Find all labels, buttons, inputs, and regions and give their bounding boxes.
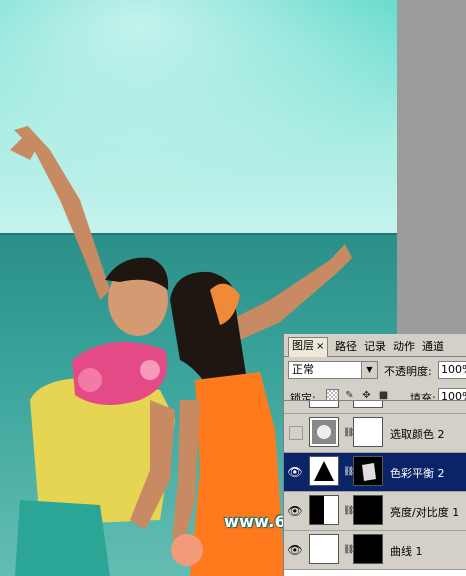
mask-thumbnail — [353, 534, 383, 564]
curves-icon — [309, 534, 339, 564]
visibility-toggle[interactable] — [289, 400, 303, 401]
layers-list: ⛓ ⛓ 选取颜色 2 👁 ⛓ 色彩平衡 2 👁 — [284, 400, 466, 576]
eye-icon[interactable]: 👁 — [287, 464, 303, 480]
color-balance-icon — [309, 456, 339, 486]
blend-mode-select[interactable]: 正常 ▼ — [288, 361, 378, 379]
layers-panel: 图层× 路径 记录 动作 通道 正常 ▼ 不透明度: 100% 锁定: ✎ ✥ … — [283, 334, 466, 576]
tab-layers[interactable]: 图层 × — [288, 337, 329, 357]
adjustment-thumbnail — [309, 401, 339, 408]
canvas-gray-background — [397, 0, 466, 334]
opacity-label: 不透明度: — [384, 365, 432, 378]
mask-thumbnail — [353, 401, 383, 408]
link-icon: ⛓ — [343, 506, 355, 516]
layer-name: 亮度/对比度 1 — [390, 506, 460, 519]
tab-paths[interactable]: 路径 — [333, 339, 359, 355]
link-icon: ⛓ — [343, 428, 355, 438]
tab-actions[interactable]: 动作 — [391, 339, 417, 355]
eye-icon[interactable]: 👁 — [287, 542, 303, 558]
blend-mode-value: 正常 — [292, 363, 314, 376]
layer-row-selected[interactable]: 👁 ⛓ 色彩平衡 2 — [284, 453, 466, 492]
panel-tabs: 图层 × 路径 记录 动作 通道 — [284, 334, 466, 357]
layer-name: 选取颜色 2 — [390, 428, 445, 441]
close-icon[interactable]: × — [316, 341, 324, 352]
layer-row[interactable]: ⛓ 选取颜色 2 — [284, 414, 466, 453]
layer-row[interactable]: 👁 ⛓ 曲线 1 — [284, 531, 466, 570]
mask-thumbnail — [353, 456, 383, 486]
link-icon: ⛓ — [343, 545, 355, 555]
layer-name: 曲线 1 — [390, 545, 423, 558]
tab-layers-label: 图层 — [292, 339, 314, 352]
layer-row[interactable]: ⛓ — [284, 400, 466, 414]
link-icon: ⛓ — [343, 467, 355, 477]
layer-name: 色彩平衡 2 — [390, 467, 445, 480]
chevron-down-icon[interactable]: ▼ — [361, 362, 377, 378]
mask-thumbnail — [353, 495, 383, 525]
layer-row[interactable]: 👁 ⛓ 亮度/对比度 1 — [284, 492, 466, 531]
mask-thumbnail — [353, 417, 383, 447]
brightness-contrast-icon — [309, 495, 339, 525]
eye-icon[interactable]: 👁 — [287, 503, 303, 519]
tab-history[interactable]: 记录 — [362, 339, 388, 355]
visibility-toggle[interactable] — [289, 426, 303, 440]
opacity-input[interactable]: 100% — [438, 361, 466, 379]
tab-channels[interactable]: 通道 — [420, 339, 446, 355]
selective-color-icon — [309, 417, 339, 447]
